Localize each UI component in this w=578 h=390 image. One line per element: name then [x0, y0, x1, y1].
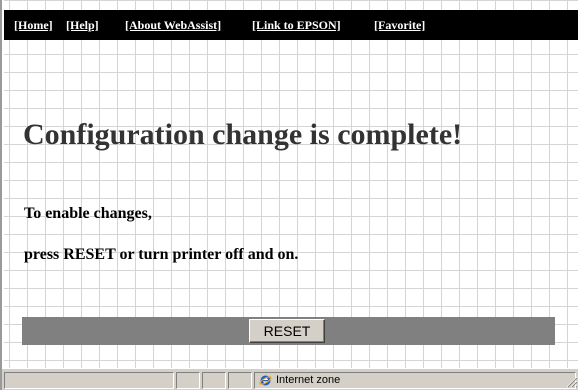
nav-link-epson[interactable]: [Link to EPSON]: [252, 10, 341, 40]
zone-label: Internet zone: [276, 374, 341, 386]
page-content: [Home] [Help] [About WebAssist] [Link to…: [4, 0, 578, 368]
instruction-line-1: To enable changes,: [24, 205, 152, 222]
nav-link-home[interactable]: [Home]: [14, 10, 53, 40]
status-pane: [176, 372, 200, 389]
status-pane: [228, 372, 252, 389]
page-title: Configuration change is complete!: [23, 118, 463, 151]
instruction-line-2: press RESET or turn printer off and on.: [24, 246, 299, 263]
zone-pane: Internet zone: [254, 372, 576, 389]
status-bar: Internet zone: [2, 368, 578, 390]
nav-link-favorite[interactable]: [Favorite]: [374, 10, 425, 40]
nav-link-about-webassist[interactable]: [About WebAssist]: [125, 10, 221, 40]
status-text-pane: [4, 372, 174, 389]
nav-bar: [Home] [Help] [About WebAssist] [Link to…: [4, 10, 578, 40]
reset-button[interactable]: RESET: [249, 319, 325, 343]
browser-window: [Home] [Help] [About WebAssist] [Link to…: [0, 0, 578, 390]
nav-link-help[interactable]: [Help]: [66, 10, 99, 40]
status-pane: [202, 372, 226, 389]
reset-bar: RESET: [22, 317, 555, 345]
resize-grip-icon[interactable]: [566, 376, 578, 388]
internet-explorer-icon: [259, 375, 272, 386]
